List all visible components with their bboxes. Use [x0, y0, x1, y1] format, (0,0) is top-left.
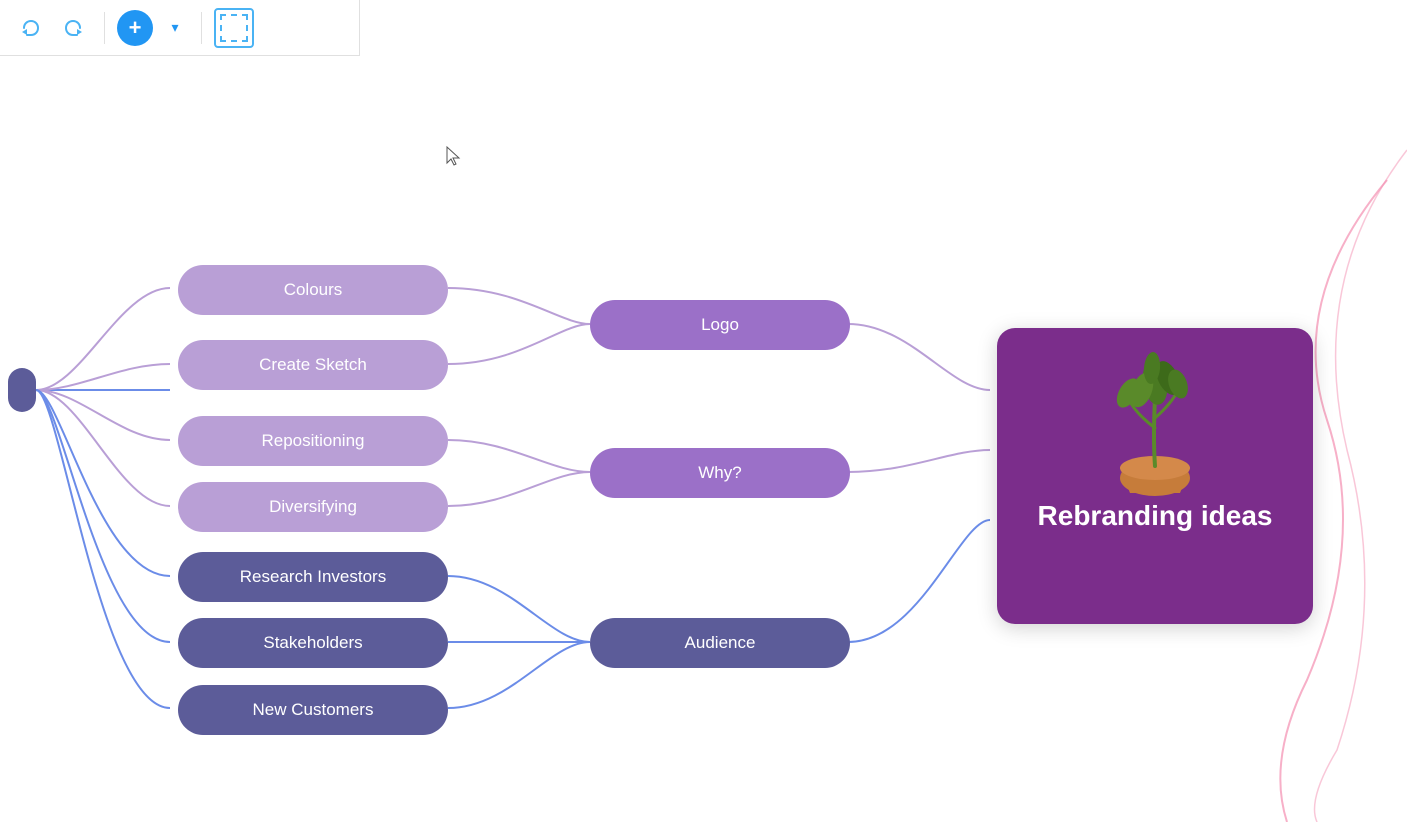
node-diversifying[interactable]: Diversifying — [178, 482, 448, 532]
add-dropdown-button[interactable]: ▾ — [161, 14, 189, 42]
rebranding-title: Rebranding ideas — [1018, 500, 1293, 532]
node-stakeholders[interactable]: Stakeholders — [178, 618, 448, 668]
toolbar: + ▾ — [0, 0, 360, 56]
node-repositioning[interactable]: Repositioning — [178, 416, 448, 466]
node-logo[interactable]: Logo — [590, 300, 850, 350]
node-colours[interactable]: Colours — [178, 265, 448, 315]
node-audience[interactable]: Audience — [590, 618, 850, 668]
select-icon — [220, 14, 248, 42]
node-new-customers[interactable]: New Customers — [178, 685, 448, 735]
undo-button[interactable] — [12, 10, 48, 46]
add-icon: + — [129, 17, 142, 39]
toolbar-divider-2 — [201, 12, 202, 44]
rebranding-card[interactable]: Rebranding ideas — [997, 328, 1313, 624]
chevron-down-icon: ▾ — [171, 19, 178, 36]
add-button[interactable]: + — [117, 10, 153, 46]
plant-illustration — [1090, 338, 1220, 498]
cursor-pointer — [445, 145, 465, 169]
toolbar-divider-1 — [104, 12, 105, 44]
redo-button[interactable] — [56, 10, 92, 46]
canvas: Logo Why? Audience Colours Create Sketch… — [0, 0, 1407, 822]
node-create-sketch[interactable]: Create Sketch — [178, 340, 448, 390]
select-tool-button[interactable] — [214, 8, 254, 48]
node-why[interactable]: Why? — [590, 448, 850, 498]
center-connector — [8, 368, 36, 412]
node-research-investors[interactable]: Research Investors — [178, 552, 448, 602]
